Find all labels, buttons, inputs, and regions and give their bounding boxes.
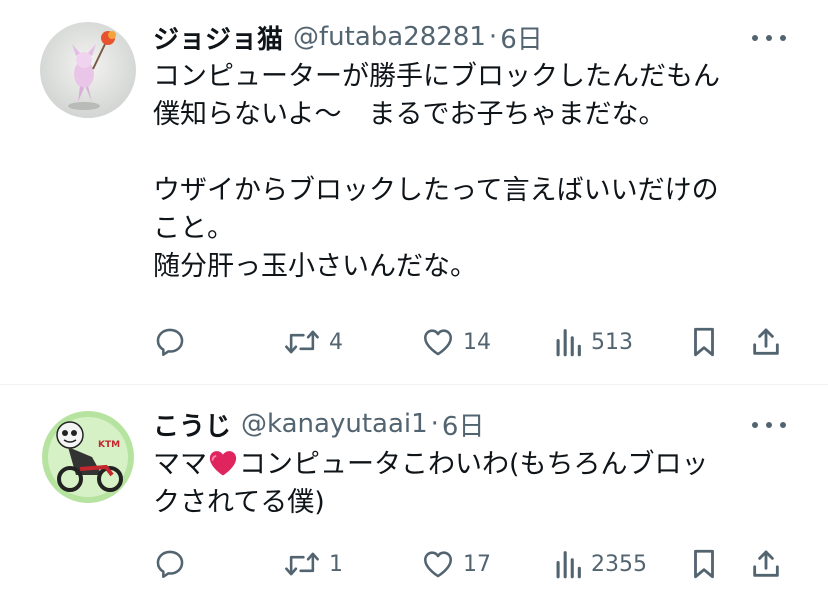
tweet[interactable]: ジョジョ猫 @futaba28281 · 6日 コンピューターが勝手にブロックし… (0, 0, 828, 384)
tweet-header: こうじ @kanayutaai1 · 6日 (153, 406, 485, 443)
tweet-text: コンピューターが勝手にブロックしたんだもん 僕知らないよ〜 まるでお子ちゃまだな… (153, 58, 793, 286)
tweet-text: ママ コンピュータこわいわ(もちろんブロッ クされてる僕) (153, 446, 793, 522)
tweet-text-fragment: ママ (153, 449, 207, 480)
avatar[interactable] (40, 22, 136, 118)
more-dot (766, 422, 772, 428)
user-handle[interactable]: @kanayutaai1 (241, 409, 428, 439)
share-icon (753, 550, 779, 577)
share-button[interactable] (749, 322, 783, 362)
tweet-text-line: 僕知らないよ〜 まるでお子ちゃまだな。 (153, 99, 666, 130)
repost-icon (285, 330, 319, 354)
share-icon (753, 328, 779, 355)
timeline: ジョジョ猫 @futaba28281 · 6日 コンピューターが勝手にブロックし… (0, 0, 828, 602)
like-count: 17 (463, 551, 491, 577)
bookmark-icon (694, 327, 714, 357)
more-icon[interactable] (752, 415, 786, 435)
tweet-text-line: ママ コンピュータこわいわ(もちろんブロッ (153, 446, 793, 484)
avatar-image (40, 22, 136, 118)
display-name[interactable]: ジョジョ猫 (153, 19, 283, 56)
repost-button[interactable]: 4 (283, 322, 343, 362)
avatar[interactable]: KTM (40, 409, 136, 505)
red-heart-emoji (209, 451, 237, 476)
views-count: 2355 (591, 551, 647, 577)
reply-icon (156, 550, 184, 579)
repost-count: 4 (329, 329, 343, 355)
more-dot (752, 35, 758, 41)
reply-icon (156, 328, 184, 357)
like-count: 14 (463, 329, 491, 355)
svg-text:KTM: KTM (98, 440, 120, 450)
views-button[interactable]: 2355 (553, 544, 647, 584)
like-icon (423, 329, 453, 356)
like-button[interactable]: 14 (421, 322, 491, 362)
reply-button[interactable] (153, 322, 195, 362)
more-dot (780, 422, 786, 428)
tweet-text-fragment: コンピュータこわいわ(もちろんブロッ (239, 449, 709, 480)
like-button[interactable]: 17 (421, 544, 491, 584)
tweet-header: ジョジョ猫 @futaba28281 · 6日 (153, 19, 543, 56)
bookmark-button[interactable] (689, 322, 719, 362)
views-icon (556, 329, 581, 357)
tweet-text-line: ウザイからブロックしたって言えばいいだけの (153, 175, 719, 206)
timestamp[interactable]: 6日 (442, 406, 485, 443)
tweet-text-line: クされてる僕) (153, 487, 325, 518)
reply-button[interactable] (153, 544, 195, 584)
repost-button[interactable]: 1 (283, 544, 343, 584)
tweet-actions: 4 14 513 (153, 322, 785, 362)
separator-dot: · (488, 22, 498, 52)
separator-dot: · (430, 409, 439, 439)
display-name[interactable]: こうじ (153, 406, 231, 443)
bookmark-icon (694, 549, 714, 579)
tweet-actions: 1 17 2355 (153, 544, 785, 584)
views-icon (556, 551, 581, 579)
like-icon (423, 551, 453, 578)
tweet[interactable]: KTM こうじ @kanayutaai1 · 6日 ママ コンピュータこわいわ(も… (0, 385, 828, 602)
repost-count: 1 (329, 551, 343, 577)
views-count: 513 (591, 329, 633, 355)
more-dot (752, 422, 758, 428)
share-button[interactable] (749, 544, 783, 584)
repost-icon (285, 552, 319, 576)
more-icon[interactable] (752, 28, 786, 48)
bookmark-button[interactable] (689, 544, 719, 584)
tweet-text-line: こと。 (153, 213, 234, 244)
tweet-text-line: コンピューターが勝手にブロックしたんだもん (153, 61, 720, 92)
timestamp[interactable]: 6日 (500, 19, 543, 56)
user-handle[interactable]: @futaba28281 (293, 22, 486, 52)
views-button[interactable]: 513 (553, 322, 633, 362)
more-dot (766, 35, 772, 41)
avatar-image: KTM (40, 409, 136, 505)
more-dot (780, 35, 786, 41)
tweet-text-line: 随分肝っ玉小さいんだな。 (153, 251, 477, 282)
